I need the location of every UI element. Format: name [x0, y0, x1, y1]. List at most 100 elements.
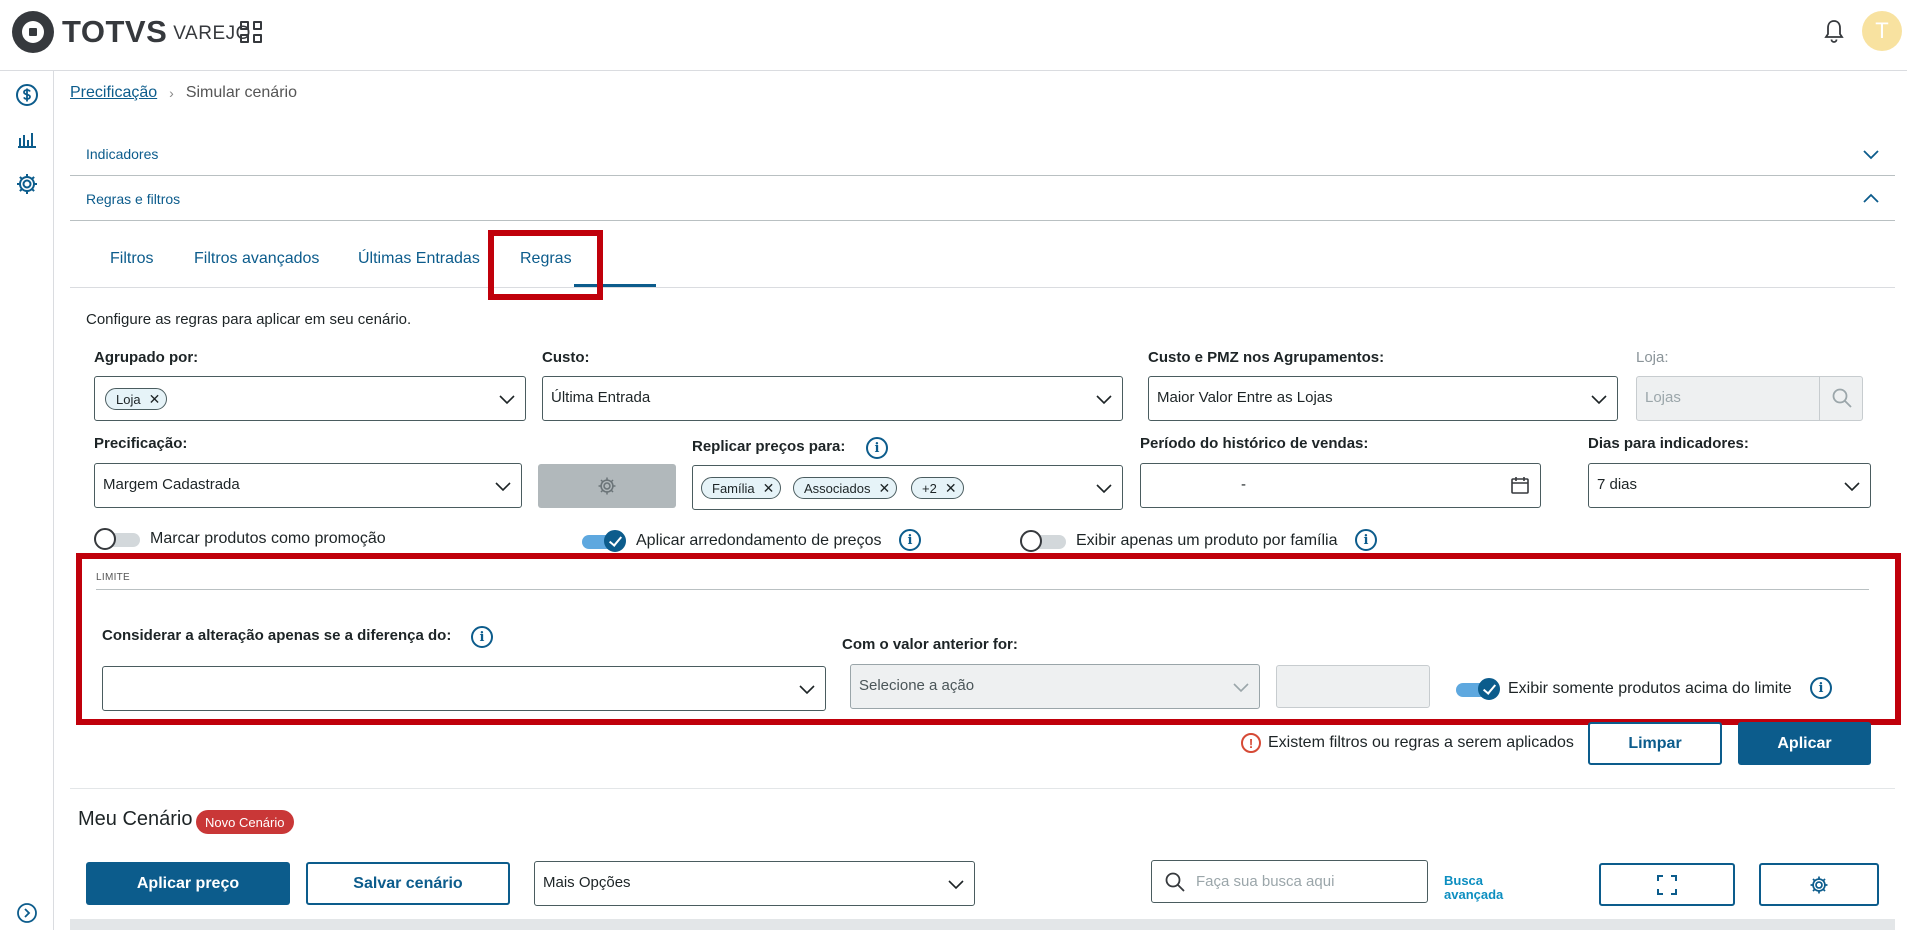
apply-button[interactable]: Aplicar: [1738, 722, 1871, 765]
familia-toggle[interactable]: [1020, 530, 1070, 552]
calendar-icon[interactable]: [1510, 475, 1530, 495]
custo-pmz-value: Maior Valor Entre as Lojas: [1157, 389, 1333, 406]
accordion-indicadores-label: Indicadores: [86, 146, 159, 162]
breadcrumb-precificacao[interactable]: Precificação: [70, 84, 157, 102]
close-icon[interactable]: ✕: [763, 480, 775, 497]
fullscreen-icon: [1657, 874, 1677, 895]
gear-icon: [598, 477, 616, 495]
precificacao-settings-button[interactable]: [538, 464, 676, 508]
apps-grid-icon[interactable]: [240, 21, 262, 43]
chevron-down-icon: [1096, 484, 1112, 494]
dollar-icon[interactable]: [14, 82, 40, 108]
chevron-down-icon: [1096, 395, 1112, 405]
search-input[interactable]: Faça sua busca aqui: [1151, 860, 1428, 903]
brand-logo[interactable]: TOTVS VAREJO: [12, 11, 251, 53]
apply-price-button[interactable]: Aplicar preço: [86, 862, 290, 905]
agrupado-select[interactable]: Loja ✕: [94, 376, 526, 421]
chevron-down-icon: [948, 880, 964, 890]
save-scenario-button[interactable]: Salvar cenário: [306, 862, 510, 905]
close-icon[interactable]: ✕: [945, 480, 957, 497]
search-icon[interactable]: [1831, 387, 1853, 409]
arredondamento-info-icon[interactable]: i: [899, 529, 921, 551]
search-placeholder: Faça sua busca aqui: [1196, 873, 1335, 890]
breadcrumb-chevron-icon: ›: [169, 85, 174, 101]
expand-menu-icon[interactable]: [16, 902, 38, 924]
tabs: Filtros Filtros avançados Últimas Entrad…: [70, 232, 1895, 288]
status-badge: Novo Cenário: [196, 810, 294, 834]
replicar-select[interactable]: Família ✕ Associados ✕ +2 ✕: [692, 465, 1123, 510]
chevron-down-icon: [1591, 395, 1607, 405]
search-icon: [1165, 872, 1185, 892]
periodo-label: Período do histórico de vendas:: [1140, 435, 1369, 452]
loja-label: Loja:: [1636, 349, 1669, 366]
fullscreen-button[interactable]: [1599, 863, 1735, 906]
active-tab-indicator: [574, 284, 656, 287]
limite-divider: [96, 589, 1869, 590]
chip-associados[interactable]: Associados ✕: [793, 477, 898, 499]
table-settings-button[interactable]: [1759, 863, 1879, 906]
loja-input[interactable]: Lojas: [1636, 376, 1863, 421]
more-options-select[interactable]: Mais Opções: [534, 861, 975, 906]
chevron-down-icon: [1844, 482, 1860, 492]
custo-value: Última Entrada: [551, 389, 651, 406]
dias-select[interactable]: 7 dias: [1588, 463, 1871, 508]
periodo-date-input[interactable]: -: [1140, 463, 1541, 508]
avatar[interactable]: T: [1862, 11, 1902, 51]
accordion-regras[interactable]: Regras e filtros: [70, 177, 1895, 221]
pending-warning: Existem filtros ou regras a serem aplica…: [1268, 734, 1574, 751]
clear-button[interactable]: Limpar: [1588, 722, 1722, 765]
cenario-title: Meu Cenário: [78, 808, 193, 830]
promocao-toggle[interactable]: [94, 528, 144, 550]
tab-filtros-avancados[interactable]: Filtros avançados: [194, 250, 319, 268]
custo-select[interactable]: Última Entrada: [542, 376, 1123, 421]
chevron-up-icon: [1863, 193, 1879, 203]
custo-pmz-select[interactable]: Maior Valor Entre as Lojas: [1148, 376, 1618, 421]
rules-description: Configure as regras para aplicar em seu …: [86, 311, 412, 328]
bar-chart-icon[interactable]: [14, 126, 40, 152]
chevron-down-icon: [1233, 683, 1249, 693]
advanced-search-line2: avançada: [1444, 887, 1504, 902]
replicar-info-icon[interactable]: i: [866, 437, 888, 459]
custo-pmz-label: Custo e PMZ nos Agrupamentos:: [1148, 349, 1385, 366]
chip-more[interactable]: +2 ✕: [911, 477, 964, 499]
precificacao-select[interactable]: Margem Cadastrada: [94, 463, 522, 508]
familia-info-icon[interactable]: i: [1355, 529, 1377, 551]
chevron-down-icon: [799, 685, 815, 695]
bell-icon[interactable]: [1822, 18, 1846, 44]
limite-value-input[interactable]: [1276, 665, 1430, 708]
diferenca-info-icon[interactable]: i: [471, 626, 493, 648]
accordion-regras-label: Regras e filtros: [86, 191, 181, 207]
acao-placeholder: Selecione a ação: [859, 677, 975, 694]
anterior-label: Com o valor anterior for:: [842, 636, 1018, 653]
acima-limite-info-icon[interactable]: i: [1810, 677, 1832, 699]
accordion-indicadores[interactable]: Indicadores: [70, 132, 1895, 176]
more-options-value: Mais Opções: [543, 874, 631, 891]
acima-limite-label: Exibir somente produtos acima do limite: [1508, 680, 1792, 697]
tab-filtros[interactable]: Filtros: [110, 250, 154, 268]
chip-associados-label: Associados: [804, 480, 871, 496]
acao-select[interactable]: Selecione a ação: [850, 664, 1260, 709]
chevron-down-icon: [499, 395, 515, 405]
arredondamento-toggle[interactable]: [578, 530, 628, 552]
chip-loja-label: Loja: [116, 391, 141, 407]
diferenca-select[interactable]: [102, 666, 826, 711]
chip-more-label: +2: [922, 480, 937, 496]
section-divider: [70, 788, 1895, 789]
close-icon[interactable]: ✕: [878, 480, 890, 497]
top-bar: TOTVS VAREJO T: [0, 0, 1907, 71]
tab-ultimas-entradas[interactable]: Últimas Entradas: [358, 250, 480, 268]
diferenca-label: Considerar a alteração apenas se a difer…: [102, 627, 452, 644]
chip-familia-label: Família: [712, 480, 755, 496]
acima-limite-toggle[interactable]: [1452, 678, 1502, 700]
dias-label: Dias para indicadores:: [1588, 435, 1749, 452]
arredondamento-label: Aplicar arredondamento de preços: [636, 532, 882, 549]
chip-loja[interactable]: Loja ✕: [105, 388, 168, 410]
tab-regras[interactable]: Regras: [520, 250, 572, 268]
close-icon[interactable]: ✕: [149, 391, 161, 408]
chip-familia[interactable]: Família ✕: [701, 477, 782, 499]
precificacao-value: Margem Cadastrada: [103, 476, 240, 493]
gear-icon[interactable]: [14, 171, 40, 197]
advanced-search-link[interactable]: Busca avançada: [1444, 874, 1503, 902]
periodo-value: -: [1241, 476, 1246, 493]
promocao-label: Marcar produtos como promoção: [150, 530, 386, 547]
